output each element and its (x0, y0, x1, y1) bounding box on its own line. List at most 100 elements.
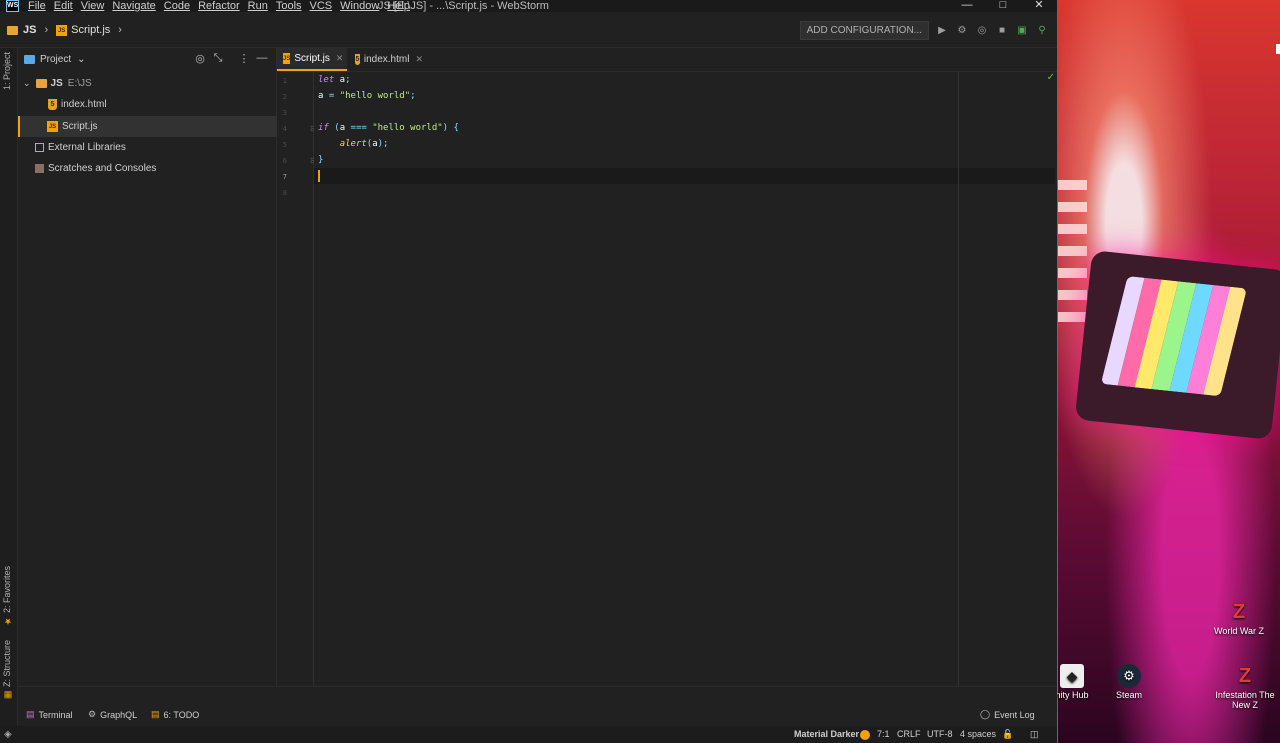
line-separator[interactable]: CRLF (897, 729, 921, 739)
tab-index-html[interactable]: 5 index.html ✕ (349, 48, 429, 71)
menu-vcs[interactable]: VCS (310, 0, 333, 12)
graphql-icon: ⚙ (88, 709, 97, 719)
ide-window: WS File Edit View Navigate Code Refactor… (0, 0, 1057, 743)
tree-root[interactable]: ⌄ JS E:\JS (18, 73, 277, 94)
tab-script-js[interactable]: JS Script.js ✕ (277, 48, 347, 71)
run-icon[interactable]: ▶ (935, 24, 949, 38)
todo-tool-button[interactable]: ▤ 6: TODO (151, 709, 199, 720)
file-name: Script.js (62, 121, 98, 132)
desktop-icon-label: nity Hub (1057, 690, 1089, 700)
desktop-icon-unity-hub[interactable]: ◆ nity Hub (1057, 664, 1102, 700)
menu-run[interactable]: Run (248, 0, 268, 12)
left-tool-stripe: 1: Project ★ 2: Favorites ▦ Z: Structure (0, 48, 18, 743)
library-icon (35, 143, 44, 152)
code-line-1: let a; (318, 75, 351, 85)
close-icon[interactable]: ✕ (1021, 0, 1057, 12)
menu-code[interactable]: Code (164, 0, 190, 12)
tree-external-libraries[interactable]: External Libraries (18, 137, 277, 158)
desktop-icon-world-war-z[interactable]: Z World War Z (1209, 600, 1269, 636)
desktop-icon-label: Steam (1115, 690, 1142, 700)
chevron-right-icon: › (44, 24, 49, 36)
folder-icon (35, 79, 47, 88)
close-tab-icon[interactable]: ✕ (415, 54, 423, 65)
coverage-icon[interactable]: ◎ (975, 24, 989, 38)
window-title: JS [E:\JS] - ...\Script.js - WebStorm (378, 0, 549, 12)
tree-file-index-html[interactable]: 5 index.html (18, 94, 277, 115)
indent-setting[interactable]: 4 spaces (960, 729, 996, 739)
breadcrumb: JS › JS Script.js › (7, 24, 130, 36)
structure-tool-label: Z: Structure (2, 640, 12, 688)
project-tool-label: 1: Project (2, 52, 12, 91)
caret-position[interactable]: 7:1 (877, 729, 890, 739)
hide-panel-icon[interactable]: — (253, 52, 271, 65)
menu-file[interactable]: File (28, 0, 46, 12)
debug-icon[interactable]: ⚙ (955, 24, 969, 38)
maximize-icon[interactable]: □ (985, 0, 1021, 12)
options-icon[interactable]: ⋮ (235, 52, 253, 65)
webstorm-logo-icon[interactable]: WS (6, 0, 19, 12)
chevron-down-icon: ⌄ (23, 78, 31, 88)
editor-tabs: JS Script.js ✕ 5 index.html ✕ (277, 48, 1057, 72)
project-tool-tab[interactable]: 1: Project (2, 52, 12, 90)
add-configuration-button[interactable]: ADD CONFIGURATION... (799, 21, 929, 40)
status-bar: ◈ Material Darker 7:1 CRLF UTF-8 4 space… (0, 726, 1057, 743)
project-panel-header: Project ⌄ ◎ ⤡ ⋮ — (18, 48, 277, 70)
menu-tools[interactable]: Tools (276, 0, 302, 12)
stop-icon[interactable]: ■ (995, 24, 1009, 38)
menu-refactor[interactable]: Refactor (198, 0, 240, 12)
code-editor[interactable]: let a; a = "hello world"; if (a === "hel… (314, 72, 1057, 686)
line-number: 6 (282, 157, 287, 165)
project-view-selector[interactable]: Project ⌄ (24, 54, 86, 65)
root-folder-name: JS (50, 78, 63, 89)
terminal-tool-button[interactable]: ▤ Terminal (26, 709, 73, 720)
menu-view[interactable]: View (81, 0, 105, 12)
structure-tool-tab[interactable]: ▦ Z: Structure (2, 640, 12, 700)
breadcrumb-project[interactable]: JS (23, 24, 36, 36)
line-number: 3 (282, 109, 287, 117)
external-libraries-label: External Libraries (48, 142, 126, 153)
root-folder-path: E:\JS (67, 78, 92, 89)
event-log-label: Event Log (994, 709, 1035, 720)
desktop-icon-label: World War Z (1213, 626, 1264, 636)
line-number: 4 (282, 125, 287, 133)
scratches-icon (35, 164, 44, 173)
terminal-icon: ▤ (26, 709, 35, 719)
desktop-icon-steam[interactable]: ⚙ Steam (1099, 664, 1159, 700)
tab-label: Script.js (294, 53, 330, 64)
close-tab-icon[interactable]: ✕ (336, 53, 344, 64)
todo-icon: ▤ (151, 709, 160, 719)
collapse-all-icon[interactable]: ⤡ (209, 52, 227, 65)
theme-indicator-icon[interactable] (860, 729, 870, 740)
search-icon[interactable]: ⚲ (1035, 24, 1049, 38)
menu-edit[interactable]: Edit (54, 0, 73, 12)
run-toolbar: ADD CONFIGURATION... ▶ ⚙ ◎ ■ ▣ ⚲ (799, 21, 1049, 40)
terminal-icon[interactable]: ▣ (1015, 24, 1029, 38)
desktop-icon-infestation[interactable]: Z Infestation The New Z (1215, 664, 1275, 710)
graphql-tool-button[interactable]: ⚙ GraphQL (88, 709, 137, 720)
text-caret (318, 170, 320, 182)
line-number: 5 (282, 141, 287, 149)
lock-icon[interactable]: 🔓 (1002, 729, 1013, 740)
favorites-tool-tab[interactable]: ★ 2: Favorites (2, 566, 12, 626)
theme-name[interactable]: Material Darker (794, 729, 859, 739)
event-log-icon: ◯ (980, 709, 991, 719)
tree-file-script-js[interactable]: JS Script.js (18, 116, 277, 137)
scratches-label: Scratches and Consoles (48, 163, 157, 174)
tree-scratches[interactable]: Scratches and Consoles (18, 158, 277, 179)
js-file-icon: JS (283, 53, 291, 64)
editor-gutter[interactable]: 1 2 3 4 5 6 7 8 ⊟ ⊟ (277, 72, 317, 686)
file-encoding[interactable]: UTF-8 (927, 729, 953, 739)
minimize-icon[interactable]: — (949, 0, 985, 12)
project-view-label: Project (40, 53, 72, 65)
breadcrumb-file[interactable]: Script.js (71, 24, 110, 36)
event-log-button[interactable]: ◯ Event Log (980, 709, 1035, 720)
js-file-icon: JS (47, 121, 58, 132)
line-number: 2 (282, 93, 287, 101)
trash-icon[interactable]: ◫ (1030, 729, 1039, 740)
tool-windows-icon[interactable]: ◈ (4, 729, 12, 740)
menu-window[interactable]: Window (340, 0, 379, 12)
locate-file-icon[interactable]: ◎ (191, 52, 209, 65)
code-line-6: } (318, 155, 324, 165)
no-problems-check-icon[interactable]: ✓ (1047, 72, 1055, 83)
menu-navigate[interactable]: Navigate (112, 0, 155, 12)
